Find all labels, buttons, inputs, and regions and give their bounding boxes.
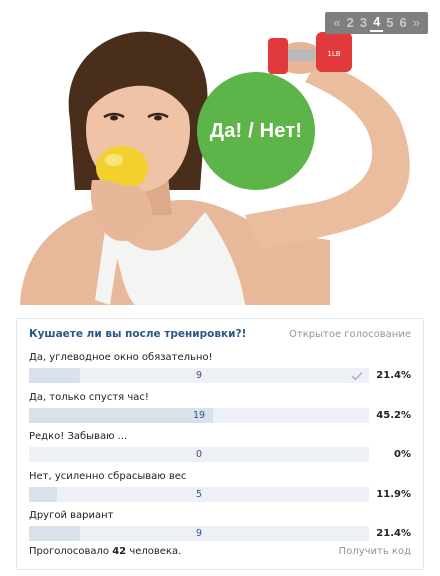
poll-header: Кушаете ли вы после тренировки?! Открыто… (29, 328, 411, 348)
poll-vote-total-suffix: человека. (129, 545, 182, 557)
poll-answer-percent: 21.4% (376, 528, 411, 539)
poll-answer-bar[interactable]: 9 (29, 526, 369, 541)
poll-answer[interactable]: Редко! Забываю ... 0 0% (29, 427, 411, 467)
pager-page-3[interactable]: 3 (357, 12, 370, 34)
pager-page-current[interactable]: 4 (370, 14, 384, 32)
poll-answer-count: 0 (195, 449, 203, 460)
poll-footer: Проголосовало 42 человека. Получить код (29, 544, 411, 558)
poll-answer-text: Нет, усиленно сбрасываю вес (29, 470, 187, 482)
poll-vote-total-count: 42 (112, 545, 127, 557)
poll-answer-text: Да, углеводное окно обязательно! (29, 352, 213, 363)
poll-answer-text: Редко! Забываю ... (29, 431, 128, 442)
svg-text:1LB: 1LB (327, 50, 340, 58)
poll-answer-percent: 0% (394, 449, 411, 460)
poll-answer[interactable]: Да, углеводное окно обязательно! 9 21.4% (29, 348, 411, 388)
poll-answer[interactable]: Нет, усиленно сбрасываю вес 5 11.9% (29, 467, 411, 507)
pager-prev-button[interactable]: « (330, 12, 343, 34)
pager-next-button[interactable]: » (410, 12, 423, 34)
poll-vote-total-prefix: Проголосовало (29, 545, 110, 557)
poll-vote-total: Проголосовало 42 человека. (29, 546, 181, 557)
poll-answer-text: Другой вариант (29, 510, 114, 521)
poll-answer-text: Да, только спустя час! (29, 391, 149, 403)
pager-page-2[interactable]: 2 (344, 12, 357, 34)
poll-type-label: Открытое голосование (289, 329, 411, 340)
poll-answer-count: 9 (195, 370, 203, 381)
image-pager: « 2 3 4 5 6 » (325, 12, 428, 34)
poll-answer-percent: 21.4% (376, 370, 411, 381)
poll-question: Кушаете ли вы после тренировки?! (29, 328, 247, 340)
poll-banner-image: 1LB Да! / Нет! (0, 0, 440, 305)
poll-widget: Кушаете ли вы после тренировки?! Открыто… (16, 318, 424, 570)
poll-answer[interactable]: Да, только спустя час! 19 45.2% (29, 388, 411, 428)
poll-answer-count: 9 (195, 528, 203, 539)
poll-answer-bar[interactable]: 19 (29, 407, 369, 423)
get-code-link[interactable]: Получить код (339, 546, 411, 557)
poll-answer-count: 5 (195, 488, 203, 500)
poll-answer-percent: 11.9% (376, 488, 411, 500)
poll-answer-bar[interactable]: 9 (29, 368, 369, 383)
poll-answer-bar[interactable]: 5 (29, 486, 369, 502)
check-icon (351, 371, 363, 381)
yes-no-badge: Да! / Нет! (197, 72, 315, 190)
poll-answer-count: 19 (192, 409, 206, 421)
poll-answer-percent: 45.2% (376, 409, 411, 421)
pager-page-6[interactable]: 6 (397, 12, 410, 34)
poll-answer-bar[interactable]: 0 (29, 447, 369, 462)
poll-answer[interactable]: Другой вариант 9 21.4% (29, 506, 411, 546)
pager-page-5[interactable]: 5 (383, 12, 396, 34)
